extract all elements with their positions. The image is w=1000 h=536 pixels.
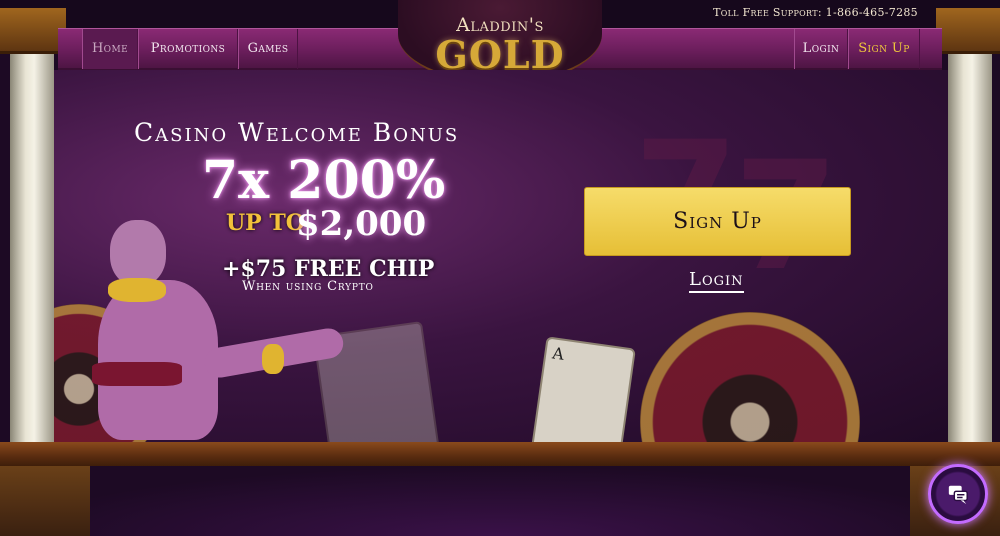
bonus-heading: Casino Welcome Bonus (134, 118, 460, 147)
bonus-amount: $2,000 (296, 204, 427, 244)
nav-promotions[interactable]: Promotions (138, 29, 238, 69)
left-ornament (0, 466, 90, 536)
support-phone: Toll Free Support: 1-866-465-7285 (713, 6, 918, 19)
genie-gold-collar (108, 278, 166, 302)
card-rank: A (551, 343, 566, 364)
nav-games[interactable]: Games (238, 29, 298, 69)
bonus-up-to-label: UP TO (226, 210, 305, 236)
genie-gold-bracelet (262, 344, 284, 374)
left-pillar-capital (0, 8, 66, 54)
bonus-main-offer: 7x 200% (202, 150, 446, 211)
signup-button[interactable]: Sign Up (584, 187, 851, 256)
roulette-wheel-right (640, 312, 860, 442)
bottom-rail (0, 442, 1000, 466)
playing-card: A (530, 336, 636, 442)
chat-bubbles-icon (948, 485, 968, 505)
genie-sash (92, 362, 182, 386)
right-pillar-capital (936, 8, 1000, 54)
right-pillar (948, 30, 992, 442)
chat-button[interactable] (928, 464, 988, 524)
login-link[interactable]: Login (689, 269, 744, 293)
nav-login[interactable]: Login (794, 29, 848, 69)
lower-section (0, 466, 1000, 536)
left-pillar (10, 30, 54, 442)
crypto-note: When using Crypto (242, 279, 374, 294)
genie-head (110, 220, 166, 286)
nav-home[interactable]: Home (82, 29, 138, 69)
nav-signup[interactable]: Sign Up (848, 29, 920, 69)
genie-illustration (98, 280, 218, 440)
